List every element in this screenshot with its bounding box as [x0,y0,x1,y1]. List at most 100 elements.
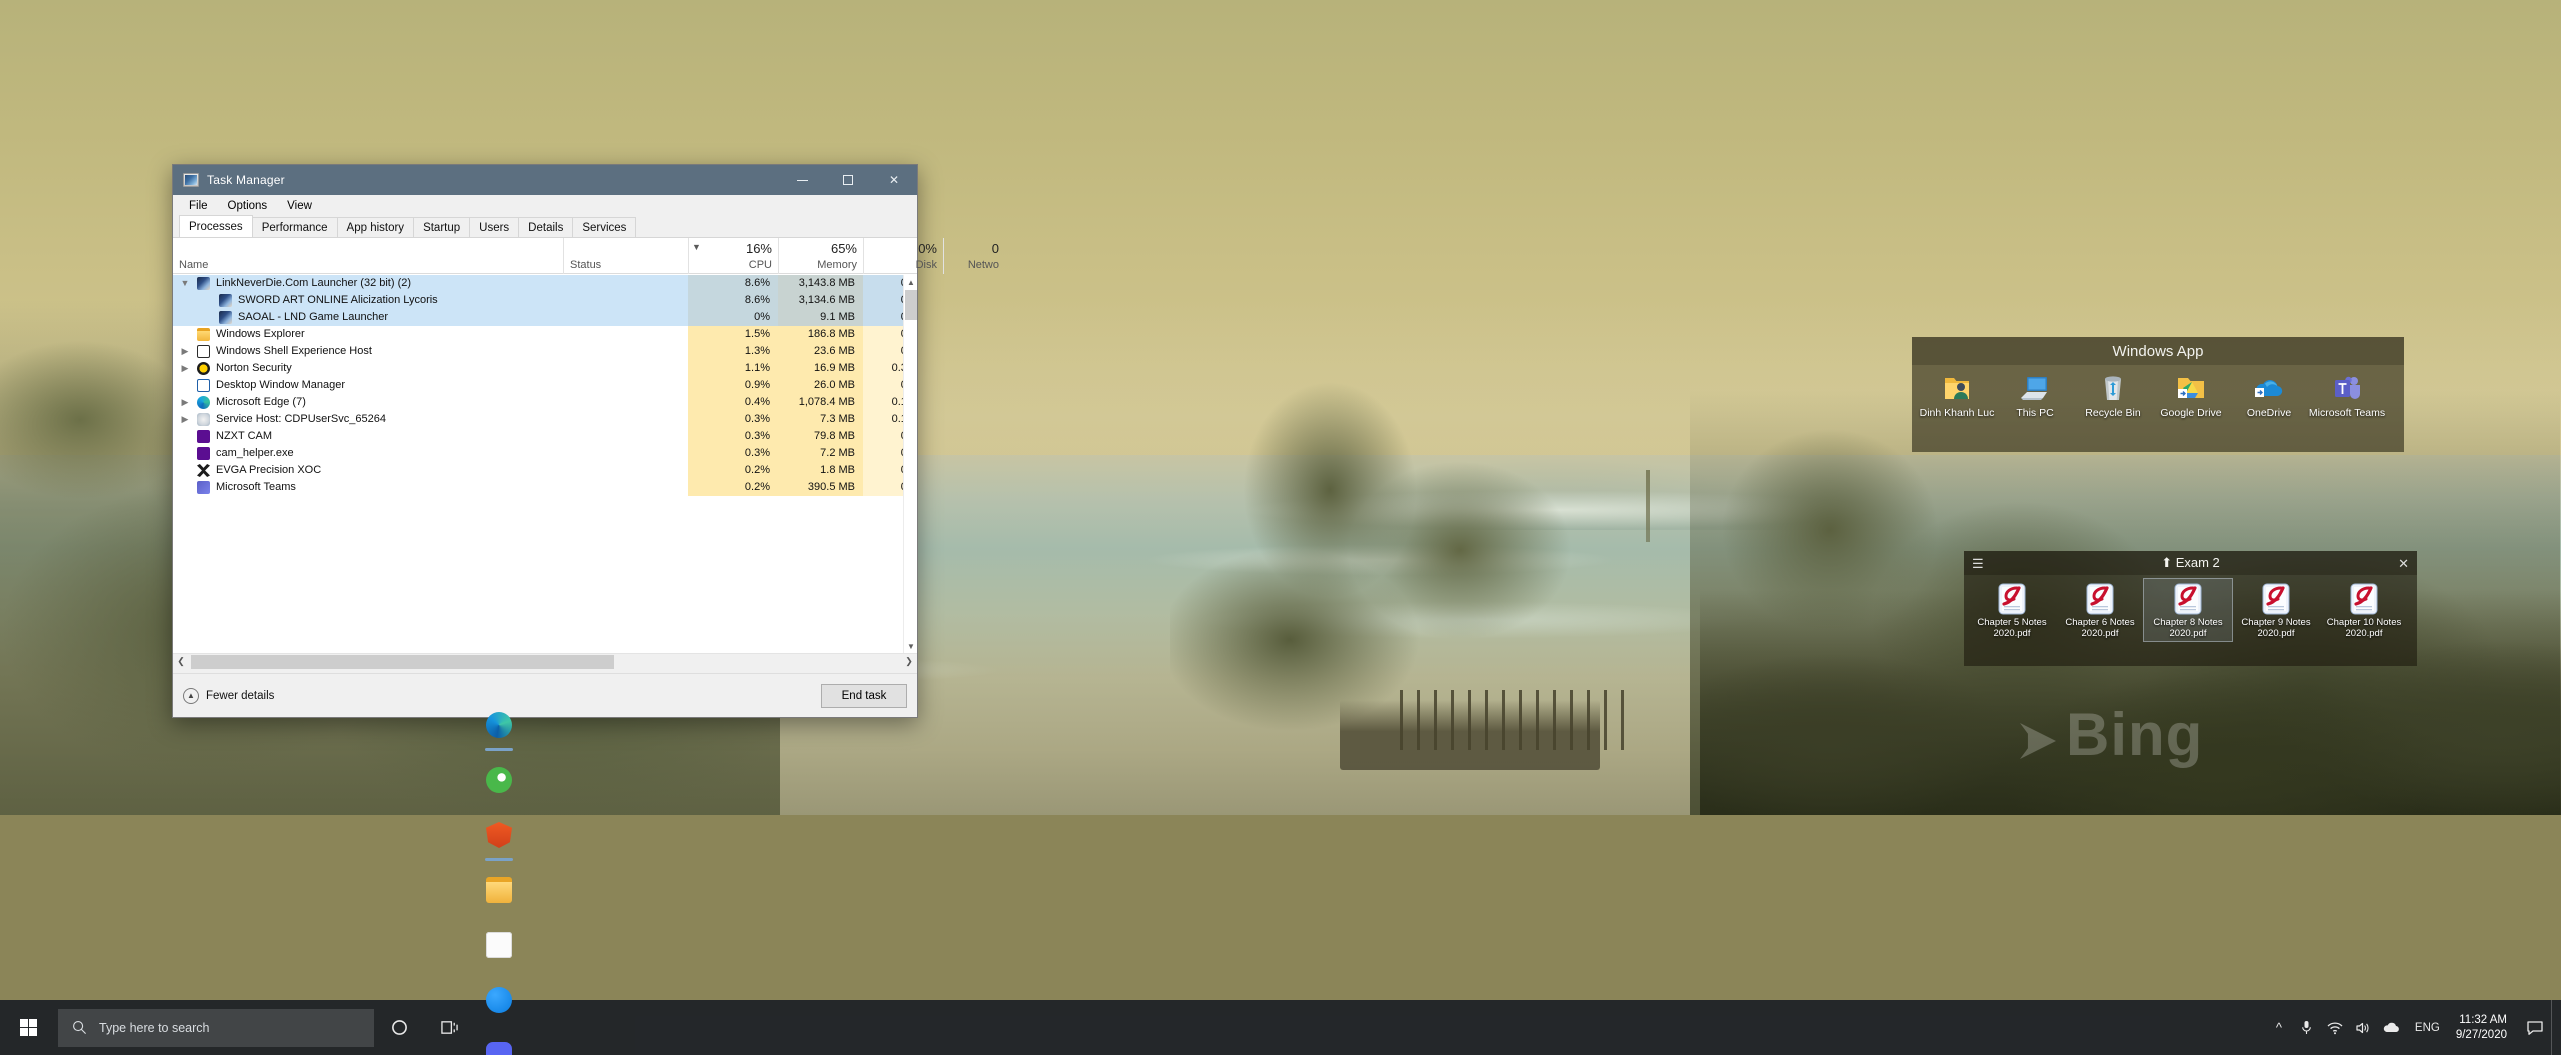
process-row[interactable]: SWORD ART ONLINE Alicization Lycoris8.6%… [173,292,917,309]
tab-details[interactable]: Details [518,217,573,237]
process-row[interactable]: ▶Norton Security1.1%16.9 MB0.3 MB/s0 [173,360,917,377]
vertical-scrollbar-thumb[interactable] [905,290,917,320]
process-row[interactable]: ▶Windows Shell Experience Host1.3%23.6 M… [173,343,917,360]
desktop-icon-google-drive[interactable]: Google Drive [2152,370,2230,419]
clock[interactable]: 11:32 AM 9/27/2020 [2450,1013,2519,1043]
volume-button[interactable] [2349,1000,2377,1055]
desktop[interactable]: Bing Task Manager ✕ File Options View Pr… [0,0,2561,1055]
taskbar-app-messenger[interactable] [474,973,524,1028]
file-item[interactable]: Chapter 9 Notes 2020.pdf [2232,579,2320,641]
arrow-up-icon[interactable]: ⬆ [2161,555,2172,570]
end-task-button[interactable]: End task [821,684,907,708]
menu-file[interactable]: File [181,198,216,214]
minimize-button[interactable] [779,165,825,195]
column-header-network[interactable]: 0Netwo [943,238,1005,274]
taskbar-app-discord[interactable] [474,1028,524,1055]
tab-startup[interactable]: Startup [413,217,470,237]
system-tray[interactable]: ^ [2265,1000,2561,1055]
chevron-right-icon[interactable]: ▶ [179,411,191,428]
process-row[interactable]: EVGA Precision XOC0.2%1.8 MB0 MB/s0 [173,462,917,479]
taskbar-app-microsoft-store[interactable] [474,918,524,973]
cortana-button[interactable] [374,1000,424,1055]
tab-app-history[interactable]: App history [337,217,415,237]
scroll-down-button[interactable]: ▼ [904,639,918,653]
tab-users[interactable]: Users [469,217,519,237]
window-controls[interactable]: ✕ [779,165,917,195]
tab-performance[interactable]: Performance [252,217,338,237]
file-item[interactable]: Chapter 5 Notes 2020.pdf [1968,579,2056,641]
network-button[interactable] [2321,1000,2349,1055]
windows-app-panel[interactable]: Windows App Dinh Khanh LucThis PCRecycle… [1912,337,2404,452]
close-button[interactable]: ✕ [871,165,917,195]
exam-folder-panel[interactable]: ☰ ⬆ Exam 2 ✕ Chapter 5 Notes 2020.pdfCha… [1964,551,2417,666]
maximize-button[interactable] [825,165,871,195]
tab-services[interactable]: Services [572,217,636,237]
exam-file-grid[interactable]: Chapter 5 Notes 2020.pdfChapter 6 Notes … [1964,575,2417,641]
language-indicator[interactable]: ENG [2405,1022,2450,1034]
close-icon[interactable]: ✕ [2398,557,2409,570]
file-item[interactable]: Chapter 8 Notes 2020.pdf [2144,579,2232,641]
taskbar-app-list[interactable] [474,698,524,1055]
taskbar[interactable]: Type here to search ^ [0,1000,2561,1055]
processes-pane[interactable]: NameStatus▼16%CPU65%Memory0%Disk0Netwo ▼… [173,238,917,669]
task-manager-titlebar[interactable]: Task Manager ✕ [173,165,917,195]
process-row[interactable]: ▶Service Host: CDPUserSvc_652640.3%7.3 M… [173,411,917,428]
process-row[interactable]: cam_helper.exe0.3%7.2 MB0 MB/s0 [173,445,917,462]
taskbar-app-brave[interactable] [474,808,524,863]
chevron-right-icon[interactable]: ▶ [179,360,191,377]
action-center-button[interactable] [2519,1000,2551,1055]
window-footer[interactable]: ▲ Fewer details End task [173,673,917,717]
horizontal-scrollbar[interactable]: ❮ ❯ [173,653,917,669]
process-row[interactable]: ▶Microsoft Edge (7)0.4%1,078.4 MB0.1 MB/… [173,394,917,411]
menu-view[interactable]: View [279,198,320,214]
table-header[interactable]: NameStatus▼16%CPU65%Memory0%Disk0Netwo [173,238,917,274]
scroll-right-button[interactable]: ❯ [901,654,917,670]
menu-bar[interactable]: File Options View [173,195,917,216]
process-row[interactable]: SAOAL - LND Game Launcher0%9.1 MB0 MB/s0 [173,309,917,326]
column-header-name[interactable]: Name [173,238,563,274]
process-row[interactable]: Windows Explorer1.5%186.8 MB0 MB/s0 [173,326,917,343]
process-row[interactable]: NZXT CAM0.3%79.8 MB0 MB/s0 [173,428,917,445]
desktop-icon-dinh-khanh-luc[interactable]: Dinh Khanh Luc [1918,370,1996,419]
chevron-right-icon[interactable]: ▶ [179,343,191,360]
column-header-cpu[interactable]: ▼16%CPU [688,238,778,274]
show-desktop-button[interactable] [2551,1000,2559,1055]
column-header-disk[interactable]: 0%Disk [863,238,943,274]
desktop-icon-this-pc[interactable]: This PC [1996,370,2074,419]
file-item[interactable]: Chapter 10 Notes 2020.pdf [2320,579,2408,641]
menu-options[interactable]: Options [220,198,276,214]
chevron-right-icon[interactable]: ▶ [179,394,191,411]
process-row[interactable]: Microsoft Teams0.2%390.5 MB0 MB/s0 [173,479,917,496]
start-button[interactable] [0,1000,56,1055]
windows-app-icon-grid[interactable]: Dinh Khanh LucThis PCRecycle BinGoogle D… [1912,365,2404,419]
scroll-up-button[interactable]: ▲ [904,275,918,289]
taskbar-app-file-explorer[interactable] [474,863,524,918]
taskbar-app-microsoft-edge[interactable] [474,698,524,753]
fewer-details-button[interactable]: ▲ Fewer details [183,688,274,704]
desktop-icon-microsoft-teams[interactable]: Microsoft Teams [2308,370,2386,419]
vertical-scrollbar[interactable]: ▲ ▼ [903,275,917,653]
chevron-down-icon[interactable]: ▼ [179,275,191,292]
search-input[interactable]: Type here to search [58,1009,374,1047]
tab-bar[interactable]: ProcessesPerformanceApp historyStartupUs… [173,216,917,238]
task-view-button[interactable] [424,1000,474,1055]
desktop-icon-onedrive[interactable]: OneDrive [2230,370,2308,419]
taskbar-app-c-c-c-c[interactable] [474,753,524,808]
file-item[interactable]: Chapter 6 Notes 2020.pdf [2056,579,2144,641]
horizontal-scrollbar-thumb[interactable] [191,655,614,669]
process-row[interactable]: Desktop Window Manager0.9%26.0 MB0 MB/s0 [173,377,917,394]
onedrive-tray-button[interactable] [2377,1000,2405,1055]
scroll-left-button[interactable]: ❮ [173,654,189,670]
tab-processes[interactable]: Processes [179,215,253,237]
process-row[interactable]: ▼LinkNeverDie.Com Launcher (32 bit) (2)8… [173,275,917,292]
column-header-status[interactable]: Status [563,238,688,274]
microphone-button[interactable] [2293,1000,2321,1055]
tray-overflow-button[interactable]: ^ [2265,1000,2293,1055]
horizontal-scrollbar-track[interactable] [189,654,901,670]
user-folder-icon [1918,370,1996,406]
task-manager-window[interactable]: Task Manager ✕ File Options View Process… [172,164,918,718]
exam-folder-header[interactable]: ☰ ⬆ Exam 2 ✕ [1964,551,2417,575]
column-header-memory[interactable]: 65%Memory [778,238,863,274]
desktop-icon-recycle-bin[interactable]: Recycle Bin [2074,370,2152,419]
process-list[interactable]: ▼LinkNeverDie.Com Launcher (32 bit) (2)8… [173,275,917,653]
